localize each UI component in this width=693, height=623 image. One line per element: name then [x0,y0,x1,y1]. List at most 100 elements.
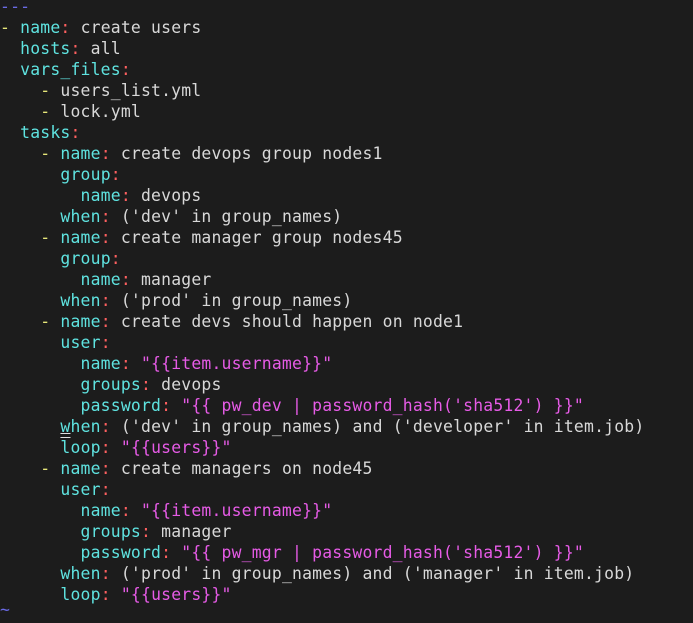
yaml-colon: : [100,291,111,310]
list-dash: - [40,228,61,247]
yaml-value: create manager group nodes45 [120,228,403,247]
yaml-key: name [60,228,101,247]
yaml-colon: : [100,438,111,457]
code-line: group: [0,248,121,269]
yaml-key: tasks [20,123,71,142]
yaml-colon: : [100,585,111,604]
yaml-value: ('prod' in group_names) [120,291,353,310]
cursor-char: l [60,438,71,457]
yaml-key: groups [80,375,141,394]
yaml-key: hosts [20,39,71,58]
yaml-colon: : [110,249,121,268]
code-line: when: ('prod' in group_names) and ('mana… [0,563,634,584]
yaml-value: "{{item.username}}" [140,501,333,520]
yaml-key: name [60,144,101,163]
code-line: password: "{{ pw_dev | password_hash('sh… [0,395,584,416]
list-dash: - [40,459,61,478]
yaml-value: ('dev' in group_names) [120,207,343,226]
list-dash: - [40,312,61,331]
yaml-value: devops [140,186,202,205]
yaml-key: name [80,186,121,205]
code-line: loop: "{{users}}" [0,584,232,605]
yaml-key: user [60,333,101,352]
code-line: user: [0,479,111,500]
code-line: user: [0,332,111,353]
yaml-value: "{{ pw_dev | password_hash('sha512') }}" [181,396,584,415]
yaml-key: user [60,480,101,499]
yaml-key: group [60,165,111,184]
vim-editor[interactable]: - - - - name: create users hosts: all vars… [0,0,693,623]
yaml-colon: : [100,312,111,331]
yaml-colon: : [120,270,131,289]
code-line: loop: "{{users}}" [0,437,232,458]
yaml-colon: : [140,522,152,541]
yaml-colon: : [161,543,172,562]
yaml-colon: : [110,165,121,184]
code-line: when: ('dev' in group_names) [0,206,342,227]
yaml-colon: : [100,144,111,163]
code-line: - name: create managers on node45 [0,458,373,479]
code-line: vars_files: [0,59,131,80]
yaml-colon: : [100,459,111,478]
yaml-colon: : [60,18,71,37]
yaml-value: ('prod' in group_names) and ('manager' i… [120,564,635,583]
yaml-value: "{{users}}" [120,438,232,457]
yaml-value: manager [161,522,232,541]
yaml-key: when [60,564,101,583]
yaml-value: ('dev' in group_names) and ('developer' … [120,417,645,436]
empty-line-tilde: ~ [0,600,11,619]
yaml-colon: : [100,480,111,499]
yaml-colon: : [100,228,111,247]
code-line: hosts: all [0,38,121,59]
yaml-key: name [60,312,101,331]
yaml-key: password [80,396,162,415]
yaml-key: when [60,417,101,436]
yaml-key: name [80,270,121,289]
yaml-value: create devops group nodes1 [120,144,383,163]
yaml-value: "{{ pw_mgr | password_hash('sha512') }}" [181,543,584,562]
yaml-value: users_list.yml [60,81,202,100]
yaml-colon: : [100,207,111,226]
list-dash: - [40,144,61,163]
cursor-char: w [60,417,71,436]
yaml-colon: : [100,564,111,583]
yaml-value: create users [80,18,202,37]
yaml-colon: : [120,501,131,520]
code-line: name: "{{item.username}}" [0,353,333,374]
yaml-colon: : [70,123,81,142]
code-line: when: ('dev' in group_names) and ('devel… [0,416,644,437]
code-line: tasks: [0,122,81,143]
code-line: groups: manager [0,521,232,542]
code-line: - lock.yml [0,101,141,122]
